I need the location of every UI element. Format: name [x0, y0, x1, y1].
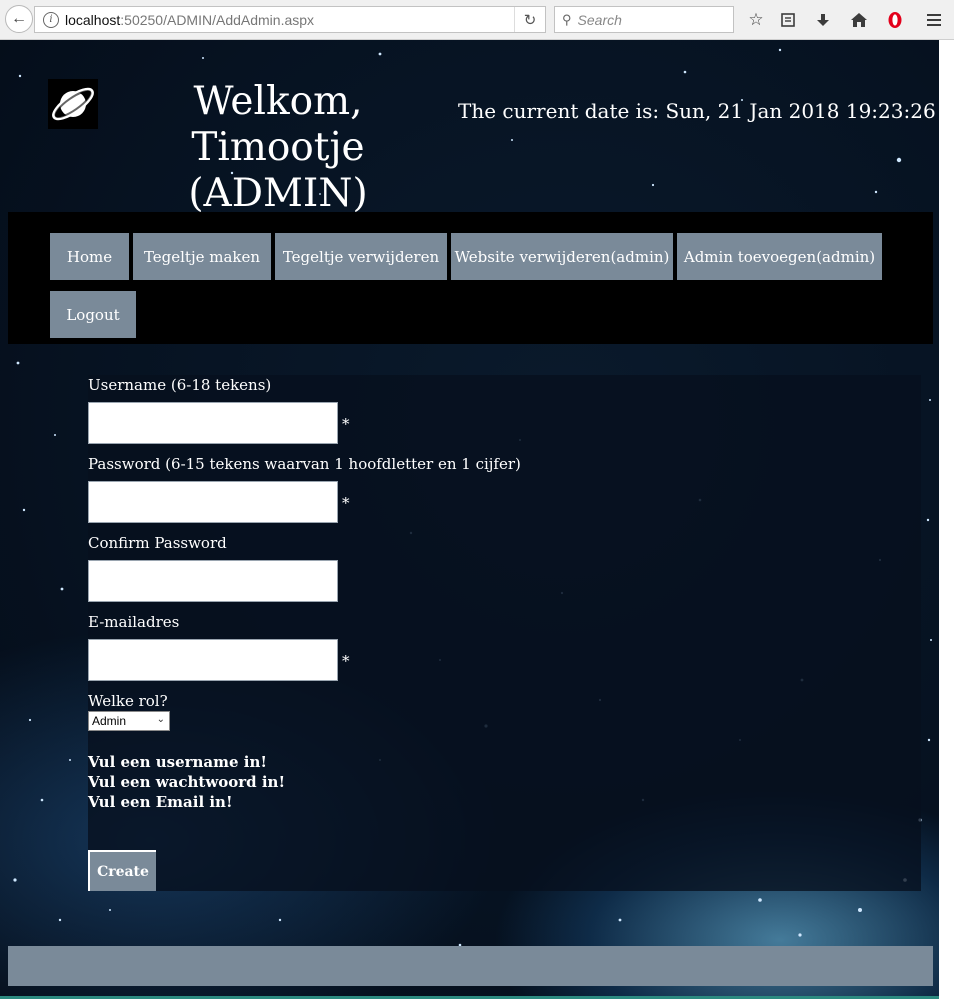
reload-icon[interactable]: ↻: [514, 7, 545, 32]
nav-logout[interactable]: Logout: [50, 291, 136, 338]
email-input[interactable]: [88, 639, 338, 681]
current-date: The current date is: Sun, 21 Jan 2018 19…: [458, 99, 939, 123]
search-placeholder: Search: [577, 11, 622, 28]
footer-bar: [8, 946, 933, 986]
password-input[interactable]: [88, 481, 338, 523]
password-label: Password (6-15 tekens waarvan 1 hoofdlet…: [88, 455, 521, 473]
nav-tegeltje-verwijderen[interactable]: Tegeltje verwijderen: [275, 233, 447, 280]
password-required-marker: *: [342, 494, 350, 512]
form-panel: [88, 375, 921, 891]
username-input[interactable]: [88, 402, 338, 444]
nav-home[interactable]: Home: [50, 233, 129, 280]
confirm-password-input[interactable]: [88, 560, 338, 602]
chevron-down-icon: ⌄: [156, 714, 165, 725]
address-bar[interactable]: i localhost:50250/ADMIN/AddAdmin.aspx ↻: [34, 6, 546, 33]
url-host: localhost: [65, 11, 121, 28]
menu-icon[interactable]: [922, 8, 946, 32]
page-background: Welkom, Timootje (ADMIN) The current dat…: [0, 40, 939, 999]
back-arrow-icon[interactable]: ←: [5, 5, 33, 33]
download-icon[interactable]: [811, 8, 835, 32]
error-username: Vul een username in!: [88, 753, 267, 771]
bookmark-star-icon[interactable]: ☆: [744, 8, 768, 32]
planet-logo-icon: [48, 79, 98, 129]
role-select[interactable]: Admin ⌄: [88, 711, 170, 731]
email-required-marker: *: [342, 652, 350, 670]
confirm-password-label: Confirm Password: [88, 534, 227, 552]
create-button[interactable]: Create: [88, 850, 156, 891]
username-label: Username (6-18 tekens): [88, 376, 272, 394]
search-icon: ⚲: [562, 11, 572, 27]
reading-list-icon[interactable]: [776, 8, 800, 32]
error-password: Vul een wachtwoord in!: [88, 773, 286, 791]
nav-admin-toevoegen[interactable]: Admin toevoegen(admin): [677, 233, 882, 280]
error-email: Vul een Email in!: [88, 793, 233, 811]
opera-icon[interactable]: [883, 8, 907, 32]
nav-tegeltje-maken[interactable]: Tegeltje maken: [133, 233, 271, 280]
info-icon[interactable]: i: [43, 11, 59, 28]
nav-website-verwijderen[interactable]: Website verwijderen(admin): [451, 233, 673, 280]
welcome-heading: Welkom, Timootje (ADMIN): [188, 79, 368, 216]
url-path: :50250/ADMIN/AddAdmin.aspx: [120, 11, 315, 28]
home-icon[interactable]: [847, 8, 871, 32]
username-required-marker: *: [342, 415, 350, 433]
search-input[interactable]: ⚲ Search: [554, 6, 734, 33]
role-label: Welke rol?: [88, 692, 168, 710]
page-right-edge: [939, 40, 954, 999]
email-label: E-mailadres: [88, 613, 180, 631]
browser-toolbar: ← i localhost:50250/ADMIN/AddAdmin.aspx …: [0, 0, 954, 40]
role-selected-value: Admin: [92, 714, 127, 728]
